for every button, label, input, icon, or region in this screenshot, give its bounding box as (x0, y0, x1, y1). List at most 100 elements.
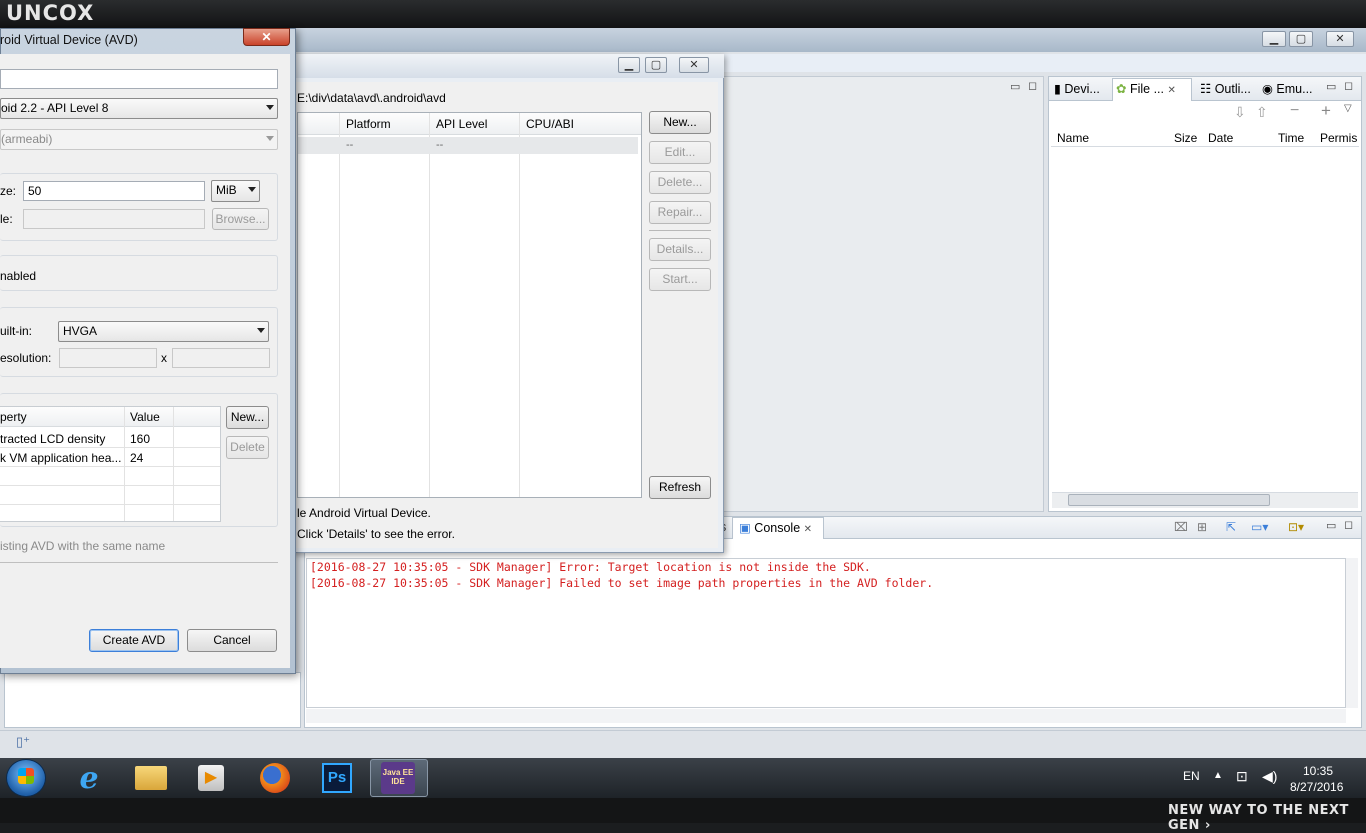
hw-row-property[interactable]: tracted LCD density (0, 432, 105, 446)
pin-console-icon[interactable]: ⇱ (1226, 520, 1236, 534)
file-explorer-icon[interactable] (126, 759, 176, 797)
minimize-icon[interactable]: ▁ (1262, 31, 1286, 47)
footer-tagline-wrap: NEW WAY TO THE NEXT GEN › (1168, 803, 1366, 833)
column-time[interactable]: Time (1278, 131, 1304, 145)
console-horizontal-scrollbar[interactable] (306, 709, 1346, 723)
tab-devices[interactable]: ▮ Devi... (1054, 81, 1100, 96)
scrollbar-thumb[interactable] (1068, 494, 1270, 506)
avd-table[interactable] (297, 112, 642, 498)
avd-details-button[interactable]: Details... (649, 238, 711, 261)
avd-edit-button[interactable]: Edit... (649, 141, 711, 164)
hw-row-property[interactable]: k VM application hea... (0, 451, 121, 465)
new-folder-icon[interactable]: + (1321, 101, 1331, 121)
editor-maximize-icon[interactable]: ◻ (1028, 79, 1037, 92)
dialog-close-icon[interactable]: ✕ (243, 28, 290, 46)
avd-new-button[interactable]: New... (649, 111, 711, 134)
column-size[interactable]: Size (1174, 131, 1197, 145)
sd-size-input[interactable]: 50 (23, 181, 205, 201)
hw-column-property[interactable]: perty (0, 410, 27, 424)
avd-column-cpu-abi[interactable]: CPU/ABI (526, 117, 574, 131)
avd-close-icon[interactable]: ✕ (679, 57, 709, 73)
clock-time[interactable]: 10:35 (1303, 764, 1333, 778)
tab-outline[interactable]: ☷ Outli... (1200, 81, 1251, 96)
photoshop-icon[interactable]: Ps (312, 759, 362, 797)
avd-column-api-level[interactable]: API Level (436, 117, 487, 131)
firefox-icon[interactable] (250, 759, 300, 797)
view-menu-icon[interactable]: ▽ (1344, 103, 1352, 114)
show-hidden-icons-icon[interactable]: ▲ (1213, 770, 1223, 781)
push-file-icon[interactable]: ⇧ (1256, 104, 1268, 121)
avd-minimize-icon[interactable]: ▁ (618, 57, 640, 73)
internet-explorer-icon[interactable]: e (64, 759, 114, 797)
builtin-skin-select[interactable]: HVGA (58, 321, 269, 342)
hardware-table-header (0, 407, 220, 427)
hw-new-button[interactable]: New... (226, 406, 269, 429)
hw-row-value[interactable]: 160 (130, 432, 150, 446)
clock-date[interactable]: 8/27/2016 (1290, 780, 1343, 794)
photoshop-label: Ps (322, 763, 352, 793)
language-indicator[interactable]: EN (1183, 769, 1200, 783)
avd-col-divider (519, 113, 520, 497)
console-maximize-icon[interactable]: ◻ (1344, 518, 1353, 531)
scroll-lock-icon[interactable]: ⊞ (1197, 520, 1207, 534)
hw-column-value[interactable]: Value (130, 410, 160, 424)
panel-maximize-icon[interactable]: ◻ (1344, 79, 1353, 92)
snapshot-group (0, 255, 278, 291)
cpu-abi-select[interactable]: (armeabi) (0, 129, 278, 150)
tab-emulator-label: Emu... (1276, 82, 1313, 96)
dialog-separator (0, 562, 278, 563)
panel-minimize-icon[interactable]: ▭ (1326, 80, 1336, 93)
hw-row-value[interactable]: 24 (130, 451, 143, 465)
network-icon[interactable]: ⊡ (1236, 768, 1248, 785)
left-bottom-panel (4, 672, 301, 728)
column-permissions[interactable]: Permis (1320, 131, 1357, 145)
emulator-icon: ◉ (1262, 82, 1273, 96)
avd-name-field[interactable] (0, 69, 278, 89)
console-vertical-scrollbar[interactable] (1346, 558, 1358, 708)
delete-file-icon[interactable]: − (1290, 102, 1299, 120)
avd-status-line: Click 'Details' to see the error. (297, 527, 455, 541)
avd-start-button[interactable]: Start... (649, 268, 711, 291)
volume-icon[interactable]: ◀) (1262, 768, 1277, 785)
hw-delete-button[interactable]: Delete (226, 436, 269, 459)
tab-file-explorer-label: File ... (1129, 82, 1165, 96)
console-minimize-icon[interactable]: ▭ (1326, 519, 1336, 532)
file-explorer-header (1051, 127, 1359, 147)
sd-unit-value: MiB (216, 183, 237, 197)
fast-view-icon[interactable]: ▯⁺ (16, 734, 30, 750)
avd-delete-button[interactable]: Delete... (649, 171, 711, 194)
sd-unit-select[interactable]: MiB (211, 180, 260, 202)
override-existing-checkbox[interactable]: isting AVD with the same name (0, 539, 165, 553)
console-close-icon[interactable]: ✕ (804, 524, 812, 535)
open-console-icon[interactable]: ⊡▾ (1288, 520, 1304, 534)
display-console-icon[interactable]: ▭▾ (1251, 520, 1268, 534)
target-select[interactable]: oid 2.2 - API Level 8 (0, 98, 278, 119)
cpu-abi-value: (armeabi) (1, 132, 53, 146)
column-date[interactable]: Date (1208, 131, 1233, 145)
sd-file-input[interactable] (23, 209, 205, 229)
tab-emulator[interactable]: ◉ Emu... (1262, 81, 1313, 96)
resolution-width-input[interactable] (59, 348, 157, 368)
tab-close-icon[interactable]: ✕ (1168, 85, 1176, 96)
media-player-icon[interactable]: ▶ (186, 759, 236, 797)
pull-file-icon[interactable]: ⇩ (1234, 104, 1246, 121)
create-avd-button[interactable]: Create AVD (89, 629, 179, 652)
snapshot-enabled-label[interactable]: nabled (0, 269, 36, 283)
avd-repair-button[interactable]: Repair... (649, 201, 711, 224)
avd-column-platform[interactable]: Platform (346, 117, 391, 131)
clear-console-icon[interactable]: ⌧ (1174, 520, 1188, 534)
firefox-globe (260, 763, 290, 793)
avd-maximize-icon[interactable]: ▢ (645, 57, 667, 73)
tab-outline-label: Outli... (1214, 82, 1251, 96)
editor-minimize-icon[interactable]: ▭ (1010, 80, 1020, 93)
hw-row-divider (0, 466, 220, 467)
resolution-height-input[interactable] (172, 348, 270, 368)
footer-tagline: NEW WAY TO THE NEXT GEN (1168, 803, 1349, 833)
column-name[interactable]: Name (1057, 131, 1089, 145)
maximize-icon[interactable]: ▢ (1289, 31, 1313, 47)
builtin-skin-value: HVGA (63, 324, 98, 338)
close-icon[interactable]: ✕ (1326, 31, 1354, 47)
cancel-button[interactable]: Cancel (187, 629, 277, 652)
browse-button[interactable]: Browse... (212, 208, 269, 230)
avd-refresh-button[interactable]: Refresh (649, 476, 711, 499)
